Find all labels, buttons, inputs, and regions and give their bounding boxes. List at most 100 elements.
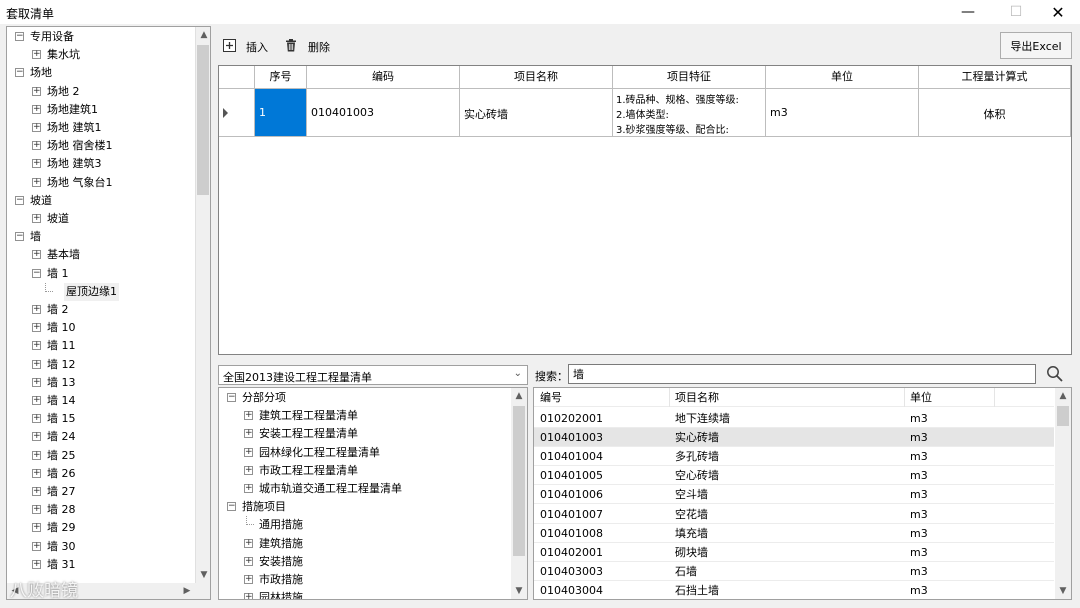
grid-cell-unit[interactable]: m3 bbox=[766, 89, 919, 137]
expand-icon[interactable]: + bbox=[32, 177, 41, 187]
expand-icon[interactable]: + bbox=[32, 250, 41, 260]
collapse-icon[interactable]: − bbox=[15, 232, 24, 242]
expand-icon[interactable]: + bbox=[244, 411, 253, 421]
plus-box-icon bbox=[222, 38, 236, 52]
grid-row-selector[interactable] bbox=[219, 89, 255, 137]
expand-icon[interactable]: + bbox=[32, 450, 41, 460]
grid-header-unit[interactable]: 单位 bbox=[766, 66, 919, 89]
results-row[interactable]: 010401004 多孔砖墙 m3 bbox=[534, 447, 1054, 467]
expand-icon[interactable]: + bbox=[32, 123, 41, 132]
collapse-icon[interactable]: − bbox=[227, 502, 236, 512]
scroll-down-icon[interactable]: ▼ bbox=[196, 567, 210, 583]
close-button[interactable]: ✕ bbox=[1036, 0, 1080, 24]
minimize-button[interactable]: — bbox=[946, 0, 990, 24]
expand-icon[interactable]: + bbox=[32, 159, 41, 169]
grid-header-features[interactable]: 项目特征 bbox=[613, 66, 766, 89]
scroll-right-icon[interactable]: ▶ bbox=[179, 583, 195, 599]
category-tree[interactable]: − 专用设备 + 集水坑 − 场地 + 场地 2 + 场地建筑1 + 场地 建筑1 + 场地 宿舍楼1 + 场… bbox=[6, 26, 211, 600]
expand-icon[interactable]: + bbox=[244, 484, 253, 493]
expand-icon[interactable]: + bbox=[32, 341, 41, 351]
results-cell-name: 多孔砖墙 bbox=[675, 450, 719, 464]
library-select[interactable]: 全国2013建设工程工程量清单 ⌄ bbox=[218, 365, 528, 385]
category-tree-item-label: 场地 宿舍楼1 bbox=[47, 139, 113, 153]
scroll-down-icon[interactable]: ▼ bbox=[1055, 583, 1071, 599]
expand-icon[interactable]: + bbox=[32, 359, 41, 369]
delete-button[interactable] bbox=[284, 38, 298, 52]
expand-icon[interactable]: + bbox=[32, 505, 41, 515]
results-row[interactable]: 010401006 空斗墙 m3 bbox=[534, 485, 1054, 505]
expand-icon[interactable]: + bbox=[32, 214, 41, 223]
library-tree[interactable]: − 分部分项 + 建筑工程工程量清单 + 安装工程工程量清单 + 园林绿化工程工程量清单 + 市政… bbox=[218, 387, 528, 600]
results-header-code[interactable]: 编号 bbox=[540, 388, 670, 407]
expand-icon[interactable]: + bbox=[32, 50, 41, 60]
grid-cell-code[interactable]: 010401003 bbox=[307, 89, 460, 137]
results-cell-code: 010402001 bbox=[540, 545, 603, 559]
expand-icon[interactable]: + bbox=[32, 323, 41, 333]
results-row[interactable]: 010401008 填充墙 m3 bbox=[534, 524, 1054, 543]
scroll-up-icon[interactable]: ▲ bbox=[511, 388, 527, 404]
expand-icon[interactable]: + bbox=[244, 593, 253, 599]
results-cell-name: 空心砖墙 bbox=[675, 469, 719, 483]
grid-cell-name[interactable]: 实心砖墙 bbox=[460, 89, 613, 137]
results-header-name[interactable]: 项目名称 bbox=[675, 388, 905, 407]
grid-header-index[interactable]: 序号 bbox=[255, 66, 307, 89]
expand-icon[interactable]: + bbox=[244, 465, 253, 475]
expand-icon[interactable]: + bbox=[244, 538, 253, 548]
expand-icon[interactable]: + bbox=[32, 559, 41, 569]
search-input[interactable] bbox=[568, 364, 1036, 384]
collapse-icon[interactable]: − bbox=[15, 32, 24, 41]
expand-icon[interactable]: + bbox=[32, 487, 41, 496]
expand-icon[interactable]: + bbox=[32, 396, 41, 405]
grid-cell-features[interactable]: 1.砖品种、规格、强度等级: 2.墙体类型: 3.砂浆强度等级、配合比: bbox=[613, 89, 766, 137]
expand-icon[interactable]: + bbox=[32, 541, 41, 551]
expand-icon[interactable]: + bbox=[32, 468, 41, 478]
expand-icon[interactable]: + bbox=[32, 86, 41, 96]
expand-icon[interactable]: + bbox=[32, 432, 41, 442]
insert-button[interactable] bbox=[222, 38, 236, 52]
results-scroll-thumb[interactable] bbox=[1057, 406, 1069, 426]
results-header-unit[interactable]: 单位 bbox=[910, 388, 995, 407]
search-button[interactable] bbox=[1046, 365, 1064, 383]
collapse-icon[interactable]: − bbox=[32, 268, 41, 278]
expand-icon[interactable]: + bbox=[32, 104, 41, 114]
expand-icon[interactable]: + bbox=[32, 141, 41, 151]
grid-header-name[interactable]: 项目名称 bbox=[460, 66, 613, 89]
results-row[interactable]: 010403003 石墙 m3 bbox=[534, 562, 1054, 581]
grid-cell-formula[interactable]: 体积 bbox=[919, 89, 1071, 137]
grid-header-code[interactable]: 编码 bbox=[307, 66, 460, 89]
results-row[interactable]: 010401005 空心砖墙 m3 bbox=[534, 466, 1054, 486]
collapse-icon[interactable]: − bbox=[15, 195, 24, 205]
results-row[interactable]: 010402001 砌块墙 m3 bbox=[534, 543, 1054, 562]
bill-grid[interactable]: 序号 编码 项目名称 项目特征 单位 工程量计算式 1 010401003 实心… bbox=[218, 65, 1072, 355]
library-tree-scroll-thumb[interactable] bbox=[513, 406, 525, 556]
results-row[interactable]: 010403004 石挡土墙 m3 bbox=[534, 581, 1054, 599]
search-results-list[interactable]: 编号 项目名称 单位 010202001 地下连续墙 m3 010401003 实心砖墙… bbox=[533, 387, 1072, 600]
expand-icon[interactable]: + bbox=[244, 429, 253, 439]
category-tree-item-label: 墙 24 bbox=[47, 430, 76, 444]
expand-icon[interactable]: + bbox=[244, 556, 253, 566]
expand-icon[interactable]: + bbox=[32, 305, 41, 314]
collapse-icon[interactable]: − bbox=[227, 393, 236, 402]
scroll-down-icon[interactable]: ▼ bbox=[511, 583, 527, 599]
insert-label[interactable]: 插入 bbox=[246, 39, 268, 55]
grid-header-formula[interactable]: 工程量计算式 bbox=[919, 66, 1071, 89]
scroll-up-icon[interactable]: ▲ bbox=[1055, 388, 1071, 404]
expand-icon[interactable]: + bbox=[32, 377, 41, 387]
collapse-icon[interactable]: − bbox=[15, 68, 24, 78]
maximize-button[interactable]: ☐ bbox=[994, 0, 1038, 24]
results-cell-code: 010401007 bbox=[540, 507, 603, 521]
results-row[interactable]: 010202001 地下连续墙 m3 bbox=[534, 409, 1054, 428]
scroll-up-icon[interactable]: ▲ bbox=[196, 27, 210, 43]
results-cell-unit: m3 bbox=[910, 583, 928, 597]
expand-icon[interactable]: + bbox=[244, 575, 253, 584]
category-tree-item-label: 场地 建筑3 bbox=[47, 157, 102, 171]
results-row[interactable]: 010401007 空花墙 m3 bbox=[534, 505, 1054, 524]
expand-icon[interactable]: + bbox=[32, 523, 41, 533]
grid-cell-index[interactable]: 1 bbox=[255, 89, 307, 137]
results-row[interactable]: 010401003 实心砖墙 m3 bbox=[534, 428, 1054, 448]
expand-icon[interactable]: + bbox=[244, 447, 253, 457]
category-tree-scroll-thumb[interactable] bbox=[197, 45, 209, 195]
expand-icon[interactable]: + bbox=[32, 414, 41, 424]
export-excel-button[interactable]: 导出Excel bbox=[1000, 32, 1072, 59]
delete-label[interactable]: 删除 bbox=[308, 39, 330, 55]
